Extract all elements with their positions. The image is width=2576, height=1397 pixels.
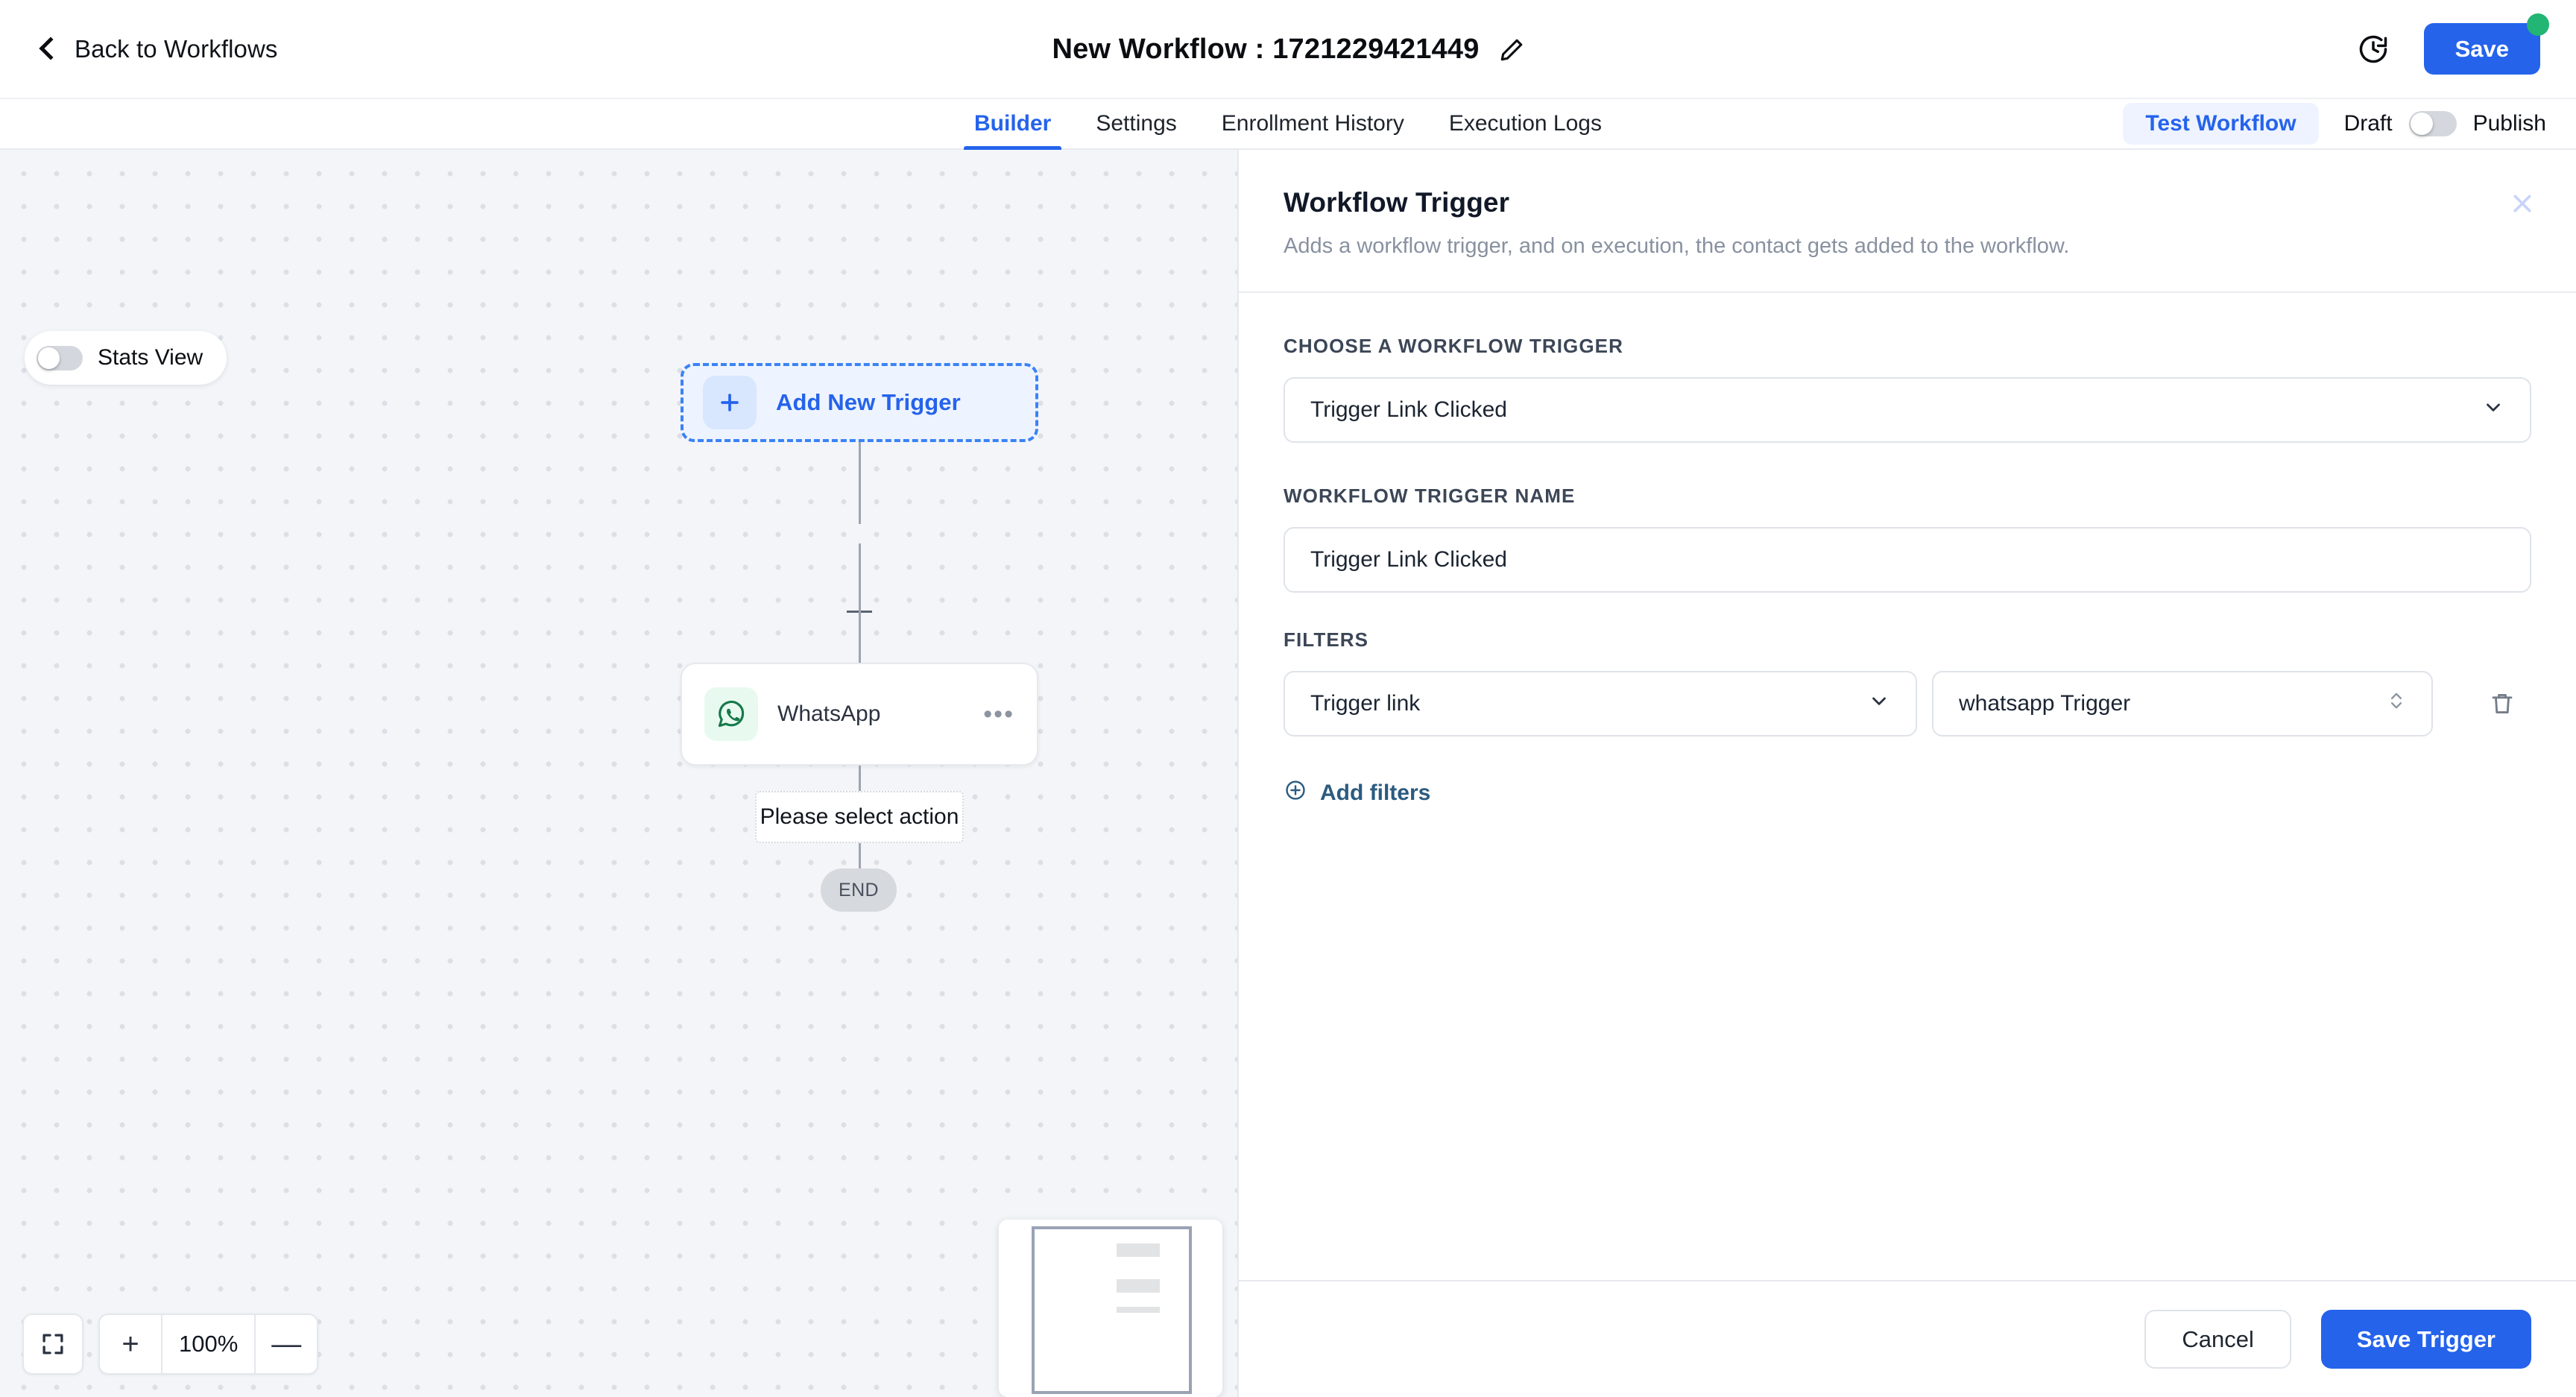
filter-value-select[interactable]: whatsapp Trigger: [1932, 671, 2433, 737]
top-bar-actions: Save: [2357, 23, 2540, 75]
tab-bar-actions: Test Workflow Draft Publish: [2123, 99, 2576, 148]
panel-subtitle: Adds a workflow trigger, and on executio…: [1284, 234, 2531, 259]
stats-view-switch[interactable]: [37, 346, 83, 370]
stats-view-switch-knob: [38, 347, 60, 369]
choose-trigger-value: Trigger Link Clicked: [1310, 397, 2482, 423]
publish-toggle-group: Draft Publish: [2344, 111, 2546, 136]
delete-filter-button[interactable]: [2482, 684, 2522, 724]
tab-execution-logs[interactable]: Execution Logs: [1427, 99, 1624, 148]
top-bar: Back to Workflows New Workflow : 1721229…: [0, 0, 2576, 99]
end-node[interactable]: END: [821, 868, 897, 912]
back-to-workflows-button[interactable]: Back to Workflows: [36, 35, 278, 63]
draft-label: Draft: [2344, 111, 2393, 136]
publish-toggle-knob: [2411, 113, 2433, 135]
whatsapp-node-label: WhatsApp: [777, 701, 880, 727]
add-new-trigger-label: Add New Trigger: [776, 389, 961, 416]
save-button[interactable]: Save: [2424, 23, 2540, 75]
trigger-name-label: Workflow Trigger Name: [1284, 485, 2531, 508]
choose-trigger-select[interactable]: Trigger Link Clicked: [1284, 377, 2531, 443]
stats-view-toggle[interactable]: Stats View: [25, 331, 227, 385]
add-new-trigger-node[interactable]: Add New Trigger: [681, 363, 1038, 442]
zoom-group: + 100% —: [98, 1314, 318, 1375]
close-icon[interactable]: [2503, 184, 2542, 223]
filter-field-select[interactable]: Trigger link: [1284, 671, 1917, 737]
tab-enrollment-history[interactable]: Enrollment History: [1199, 99, 1427, 148]
filter-row: Trigger link whatsapp Trigger: [1284, 671, 2531, 737]
edge-whatsapp-to-tooltip: [859, 766, 861, 791]
tab-bar: Builder Settings Enrollment History Exec…: [0, 99, 2576, 150]
end-node-label: END: [839, 880, 879, 901]
minimap-node: [1117, 1279, 1160, 1293]
canvas-minimap[interactable]: [999, 1220, 1222, 1397]
panel-title: Workflow Trigger: [1284, 187, 2531, 218]
chevron-down-icon: [1868, 690, 1890, 718]
filters-label: Filters: [1284, 628, 2531, 652]
minimap-viewport[interactable]: [1032, 1226, 1192, 1394]
whatsapp-icon: [704, 687, 758, 741]
workflow-trigger-panel: Workflow Trigger Adds a workflow trigger…: [1239, 150, 2576, 1397]
cancel-button[interactable]: Cancel: [2144, 1310, 2291, 1369]
spacer: [1284, 593, 2531, 628]
publish-label: Publish: [2473, 111, 2546, 136]
back-to-workflows-label: Back to Workflows: [75, 35, 278, 63]
chevron-left-icon: [36, 38, 58, 60]
trigger-name-value: Trigger Link Clicked: [1310, 547, 2504, 573]
panel-body: Choose a Workflow Trigger Trigger Link C…: [1239, 293, 2576, 1280]
tab-builder[interactable]: Builder: [952, 99, 1073, 148]
minimap-node: [1117, 1307, 1160, 1313]
trigger-name-input[interactable]: Trigger Link Clicked: [1284, 527, 2531, 593]
test-workflow-button[interactable]: Test Workflow: [2123, 103, 2318, 145]
add-filters-button[interactable]: Add filters: [1284, 778, 1430, 808]
chevron-updown-icon: [2387, 688, 2406, 719]
zoom-in-button[interactable]: +: [100, 1315, 161, 1373]
edge-trigger-to-plus: [859, 442, 861, 524]
chevron-down-icon: [2482, 396, 2504, 424]
unsaved-changes-badge: [2527, 13, 2549, 36]
minimap-node: [1117, 1243, 1160, 1257]
main-body: Stats View Add New Trigger: [0, 150, 2576, 1397]
edge-plus-to-whatsapp: [859, 543, 861, 663]
filter-field-value: Trigger link: [1310, 691, 1868, 716]
add-filters-label: Add filters: [1320, 781, 1430, 806]
fit-screen-icon[interactable]: [22, 1314, 83, 1375]
plus-icon: [703, 376, 757, 429]
save-button-wrap: Save: [2424, 23, 2540, 75]
panel-footer: Cancel Save Trigger: [1239, 1280, 2576, 1397]
pencil-icon[interactable]: [1499, 37, 1524, 63]
save-trigger-button[interactable]: Save Trigger: [2321, 1310, 2531, 1369]
select-action-tooltip: Please select action: [755, 791, 964, 843]
circle-plus-icon: [1284, 778, 1307, 808]
whatsapp-action-node[interactable]: WhatsApp •••: [681, 663, 1038, 766]
history-clock-icon[interactable]: [2357, 33, 2390, 66]
spacer: [1284, 443, 2531, 485]
zoom-out-button[interactable]: —: [256, 1315, 317, 1373]
page-title: New Workflow : 1721229421449: [1052, 34, 1479, 66]
zoom-level-value: 100%: [161, 1315, 256, 1373]
edge-tooltip-to-end: [859, 843, 861, 868]
canvas-zoom-controls: + 100% —: [22, 1314, 318, 1375]
choose-trigger-label: Choose a Workflow Trigger: [1284, 335, 2531, 358]
tab-settings[interactable]: Settings: [1073, 99, 1199, 148]
workflow-builder-app: Back to Workflows New Workflow : 1721229…: [0, 0, 2576, 1397]
publish-toggle[interactable]: [2409, 111, 2457, 136]
ellipsis-icon[interactable]: •••: [983, 707, 1014, 722]
filter-value-value: whatsapp Trigger: [1959, 691, 2387, 716]
workflow-canvas[interactable]: Stats View Add New Trigger: [0, 150, 1239, 1397]
stats-view-label: Stats View: [98, 345, 203, 370]
workflow-title-group: New Workflow : 1721229421449: [0, 0, 2576, 99]
panel-header: Workflow Trigger Adds a workflow trigger…: [1239, 150, 2576, 293]
